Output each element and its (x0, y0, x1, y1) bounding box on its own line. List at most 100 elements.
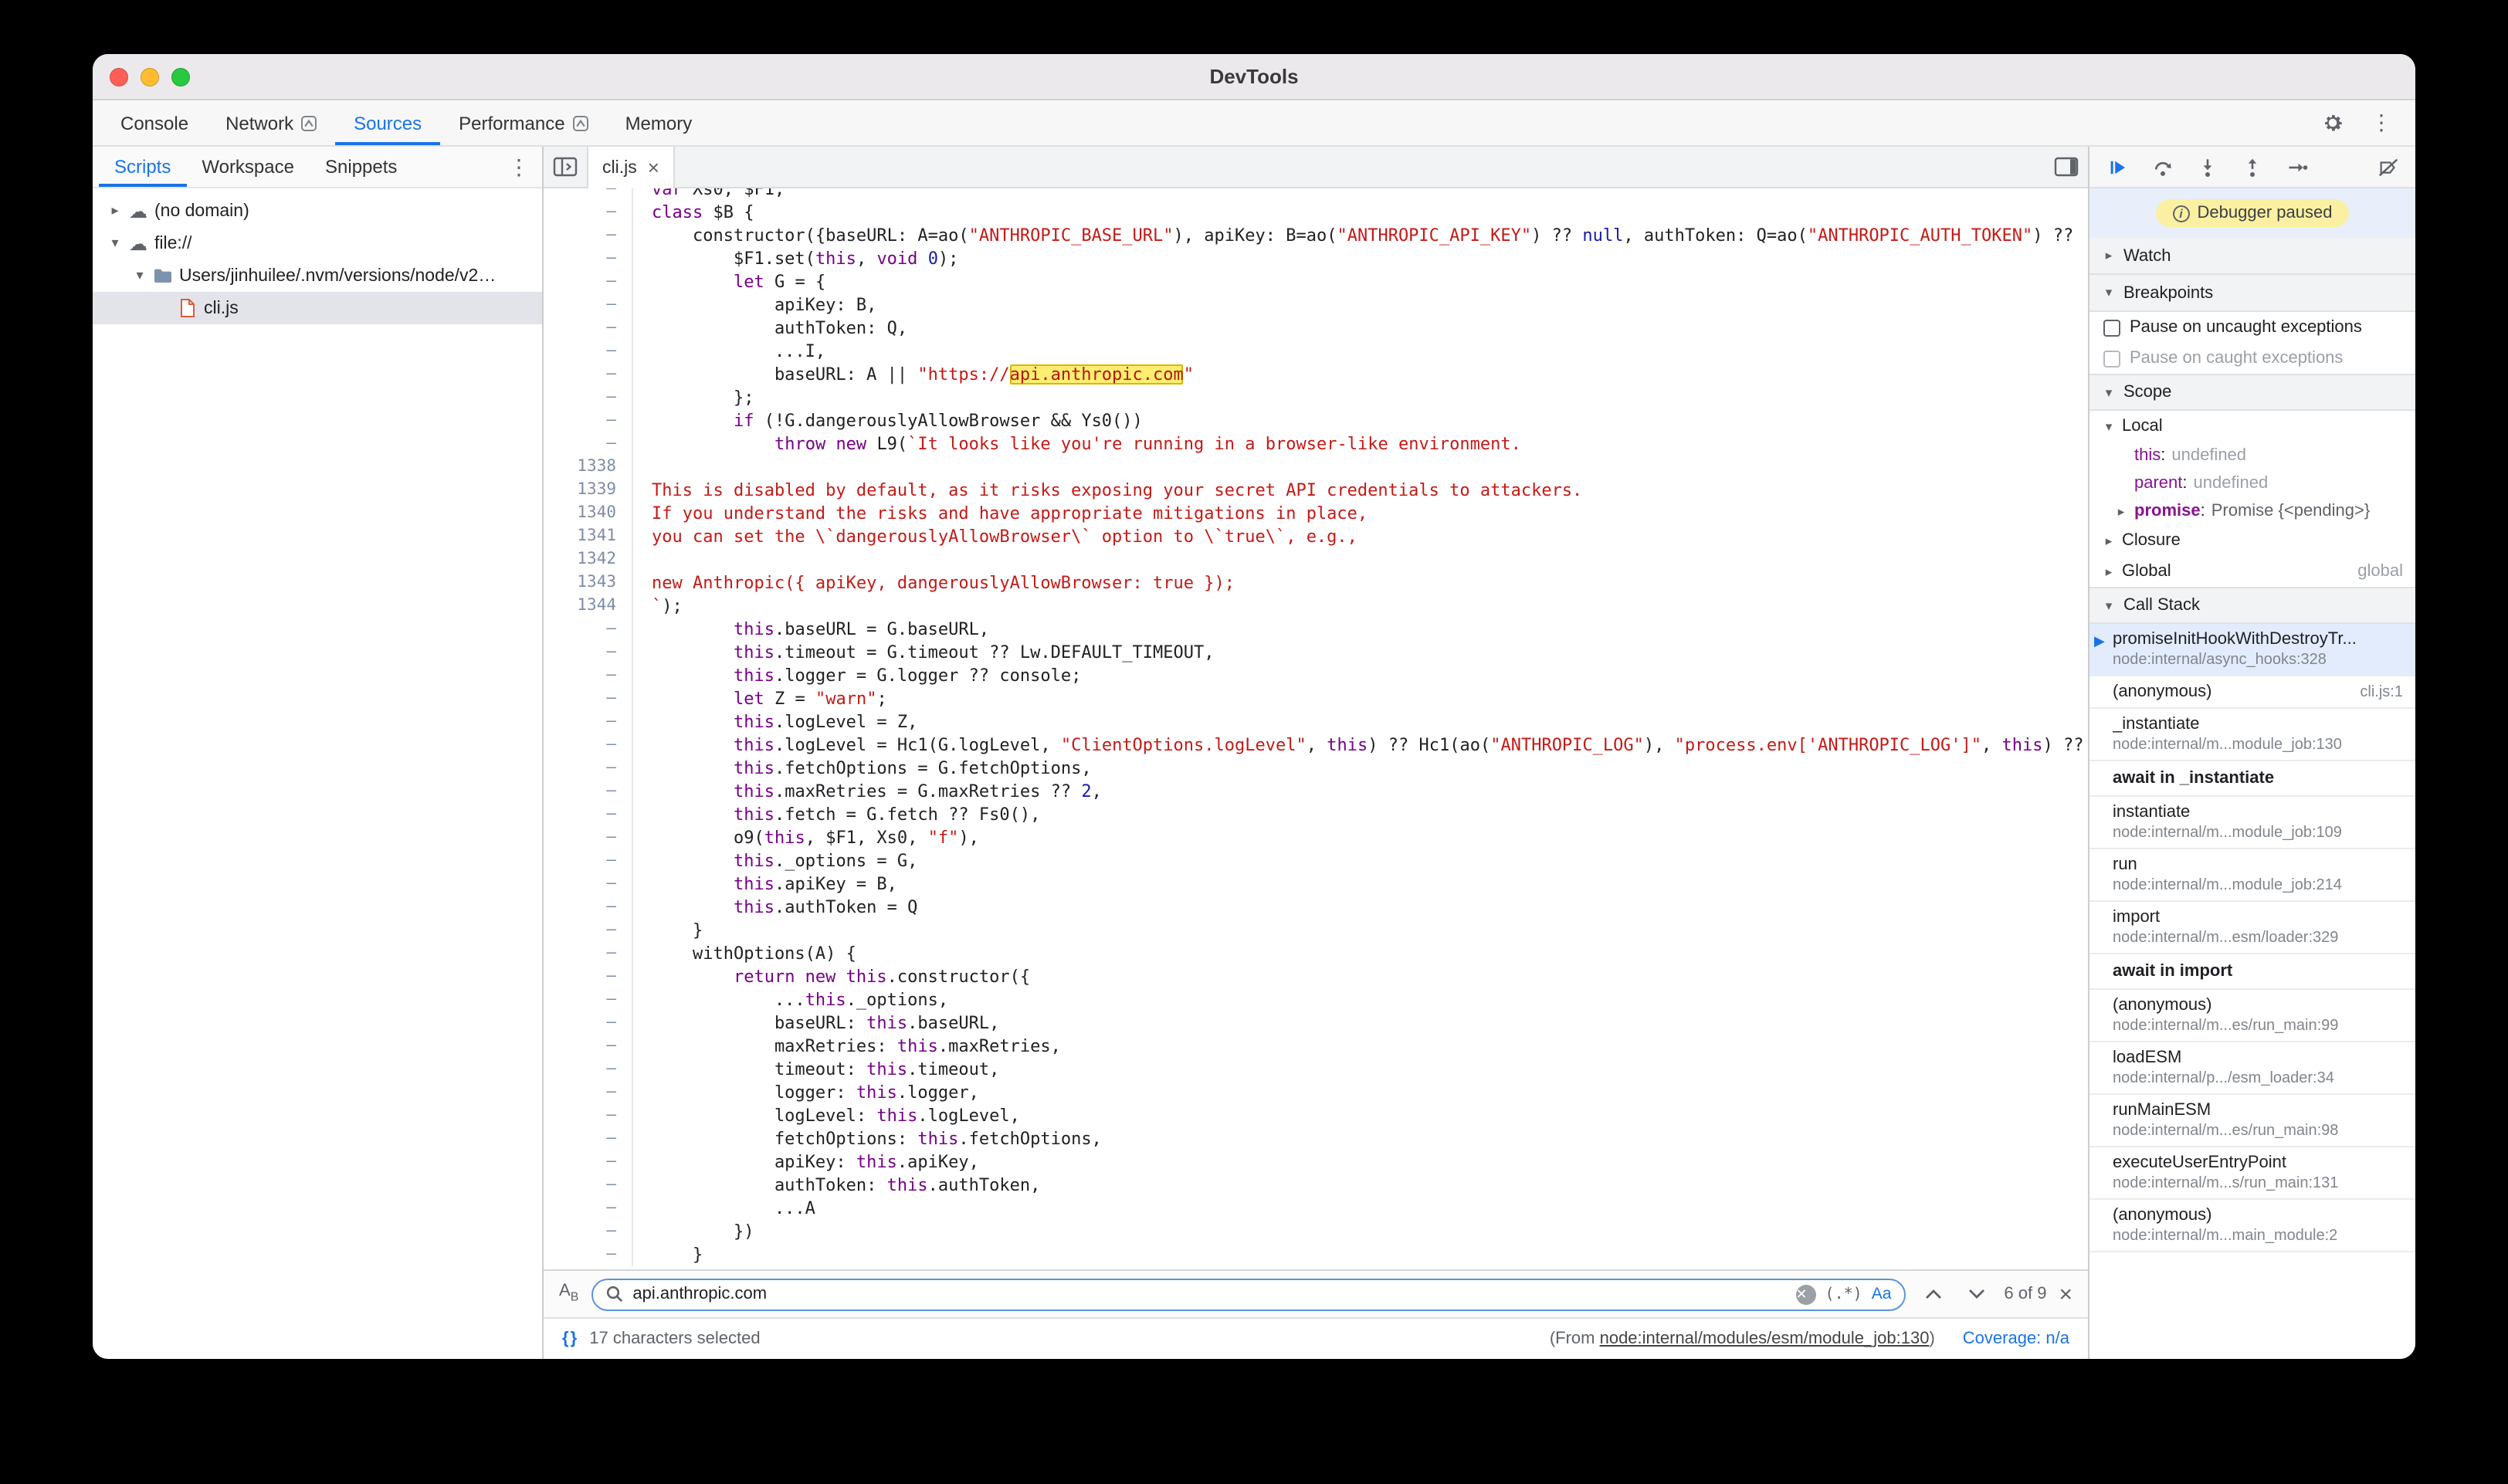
line-number[interactable]: 1339 (544, 479, 633, 502)
checkbox-icon[interactable] (2103, 350, 2120, 367)
line-number[interactable]: – (544, 188, 633, 201)
line-number[interactable]: – (544, 826, 633, 849)
code-editor[interactable]: –var Xs0, $F1,–class $B {– constructor({… (544, 188, 2088, 1269)
line-number[interactable]: – (544, 1150, 633, 1174)
minimize-window-button[interactable] (141, 67, 159, 86)
navigator-tab-workspace[interactable]: Workspace (186, 147, 310, 187)
breakpoint-toggle-pause-on-uncaught-exceptions[interactable]: Pause on uncaught exceptions (2089, 312, 2415, 343)
line-number[interactable]: – (544, 201, 633, 224)
search-input[interactable]: api.anthropic.com ✕ (.*) Aa (591, 1278, 1905, 1310)
coverage-link[interactable]: Coverage: n/a (1963, 1330, 2069, 1348)
line-number[interactable]: 1343 (544, 571, 633, 595)
scope-variable-this[interactable]: this: undefined (2089, 442, 2415, 469)
line-number[interactable]: – (544, 942, 633, 965)
watch-section-header[interactable]: ▸ Watch (2089, 238, 2415, 275)
chevron-right-icon[interactable]: ▸ (105, 202, 125, 219)
tab-performance[interactable]: Performance (440, 100, 606, 145)
zoom-window-button[interactable] (171, 67, 190, 86)
line-number[interactable]: – (544, 1243, 633, 1266)
callstack-frame-anonymous[interactable]: (anonymous)node:internal/m...es/run_main… (2089, 990, 2415, 1042)
close-tab-icon[interactable]: × (648, 156, 659, 179)
line-number[interactable]: – (544, 757, 633, 780)
line-number[interactable]: – (544, 1174, 633, 1197)
tree-item-file[interactable]: ▾☁file:// (93, 227, 542, 259)
line-number[interactable]: 1338 (544, 456, 633, 479)
source-origin-link[interactable]: node:internal/modules/esm/module_job:130 (1600, 1330, 1930, 1348)
more-options-icon[interactable]: ⋮ (2366, 107, 2397, 138)
breakpoints-section-header[interactable]: ▾ Breakpoints (2089, 275, 2415, 312)
line-number[interactable]: – (544, 1058, 633, 1081)
line-number[interactable]: – (544, 872, 633, 896)
close-window-button[interactable] (110, 67, 128, 86)
callstack-frame-import[interactable]: importnode:internal/m...esm/loader:329 (2089, 902, 2415, 954)
line-number[interactable]: – (544, 1104, 633, 1127)
line-number[interactable]: – (544, 919, 633, 942)
callstack-section-header[interactable]: ▾ Call Stack (2089, 587, 2415, 624)
line-number[interactable]: – (544, 896, 633, 919)
line-number[interactable]: – (544, 293, 633, 317)
navigator-tab-snippets[interactable]: Snippets (310, 147, 412, 187)
scope-global-header[interactable]: ▸ Global global (2089, 556, 2415, 587)
search-query[interactable]: api.anthropic.com (632, 1285, 1786, 1303)
scope-local-header[interactable]: ▾ Local (2089, 411, 2415, 442)
line-number[interactable]: – (544, 618, 633, 641)
tab-console[interactable]: Console (102, 100, 207, 145)
settings-icon[interactable] (2317, 107, 2347, 138)
callstack-frame-runmainesm[interactable]: runMainESMnode:internal/m...es/run_main:… (2089, 1095, 2415, 1147)
line-number[interactable]: 1342 (544, 548, 633, 571)
previous-match-icon[interactable] (1917, 1279, 1948, 1310)
line-number[interactable]: – (544, 1197, 633, 1220)
deactivate-breakpoints-icon[interactable] (2372, 151, 2403, 182)
chevron-down-icon[interactable]: ▾ (105, 235, 125, 252)
scope-closure-header[interactable]: ▸ Closure (2089, 525, 2415, 556)
line-number[interactable]: – (544, 664, 633, 687)
scope-variable-promise[interactable]: ▸promise: Promise {<pending>} (2089, 497, 2415, 525)
scope-variable-parent[interactable]: parent: undefined (2089, 469, 2415, 497)
line-number[interactable]: 1341 (544, 525, 633, 548)
match-case-toggle-icon[interactable]: Aa (1872, 1285, 1892, 1303)
step-out-icon[interactable] (2236, 151, 2267, 182)
line-number[interactable]: – (544, 432, 633, 456)
line-number[interactable]: – (544, 386, 633, 409)
line-number[interactable]: – (544, 1035, 633, 1058)
callstack-frame-instantiate[interactable]: instantiatenode:internal/m...module_job:… (2089, 797, 2415, 849)
resume-script-icon[interactable] (2102, 151, 2133, 182)
line-number[interactable]: – (544, 1220, 633, 1243)
chevron-down-icon[interactable]: ▾ (130, 267, 150, 284)
step-over-icon[interactable] (2147, 151, 2178, 182)
line-number[interactable]: – (544, 340, 633, 363)
line-number[interactable]: – (544, 803, 633, 826)
line-number[interactable]: – (544, 1127, 633, 1150)
line-number[interactable]: – (544, 988, 633, 1011)
line-number[interactable]: – (544, 734, 633, 757)
line-number[interactable]: 1344 (544, 595, 633, 618)
replace-toggle-icon[interactable]: AB (559, 1284, 578, 1304)
line-number[interactable]: 1340 (544, 502, 633, 525)
regex-toggle-icon[interactable]: (.*) (1825, 1286, 1862, 1303)
line-number[interactable]: – (544, 1081, 633, 1104)
tab-memory[interactable]: Memory (607, 100, 711, 145)
line-number[interactable]: – (544, 363, 633, 386)
breakpoint-toggle-pause-on-caught-exceptions[interactable]: Pause on caught exceptions (2089, 343, 2415, 374)
callstack-frame-anonymous[interactable]: (anonymous)cli.js:1 (2089, 676, 2415, 709)
tree-item-cli-js[interactable]: cli.js (93, 292, 542, 324)
tree-item-no-domain[interactable]: ▸☁(no domain) (93, 195, 542, 227)
chevron-right-icon[interactable]: ▸ (2114, 503, 2128, 520)
callstack-frame-anonymous[interactable]: (anonymous)node:internal/m...main_module… (2089, 1200, 2415, 1252)
toggle-navigator-icon[interactable] (544, 147, 587, 187)
checkbox-icon[interactable] (2103, 319, 2120, 336)
line-number[interactable]: – (544, 270, 633, 293)
close-find-bar-icon[interactable]: × (2059, 1282, 2072, 1306)
line-number[interactable]: – (544, 849, 633, 872)
callstack-frame-loadesm[interactable]: loadESMnode:internal/p.../esm_loader:34 (2089, 1042, 2415, 1095)
line-number[interactable]: – (544, 247, 633, 270)
line-number[interactable]: – (544, 317, 633, 340)
line-number[interactable]: – (544, 780, 633, 803)
tab-sources[interactable]: Sources (335, 100, 440, 145)
callstack-frame-run[interactable]: runnode:internal/m...module_job:214 (2089, 849, 2415, 902)
callstack-frame-executeuserentrypoint[interactable]: executeUserEntryPointnode:internal/m...s… (2089, 1147, 2415, 1200)
tree-item-users-jinhuilee-nvm-versions-node-v2[interactable]: ▾Users/jinhuilee/.nvm/versions/node/v2… (93, 259, 542, 292)
scope-section-header[interactable]: ▾ Scope (2089, 374, 2415, 411)
navigator-more-icon[interactable]: ⋮ (508, 147, 542, 187)
next-match-icon[interactable] (1961, 1279, 1991, 1310)
